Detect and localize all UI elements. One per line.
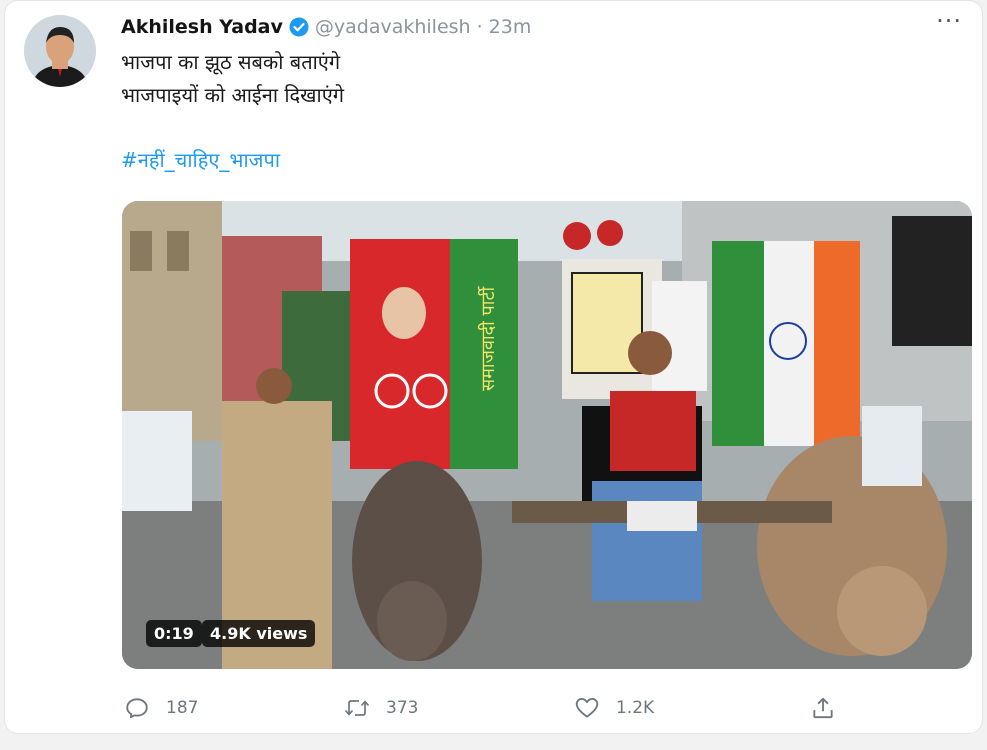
reply-icon <box>122 693 152 723</box>
tweet-timestamp[interactable]: 23m <box>489 16 532 38</box>
tweet-text-line-1: भाजपा का झूठ सबको बताएंगे <box>121 50 341 74</box>
retweet-icon <box>342 693 372 723</box>
share-icon <box>808 693 838 723</box>
retweet-button[interactable]: 373 <box>342 693 418 723</box>
heart-icon <box>572 693 602 723</box>
tweet-header: Akhilesh Yadav @yadavakhilesh · 23m <box>121 13 531 41</box>
video-player[interactable]: समाजवादी पार्टी 0:19 4.9K views <box>122 201 972 669</box>
tweet-actions: 187 373 1.2K <box>122 693 972 727</box>
video-duration-badge: 0:19 <box>146 620 202 647</box>
hashtag-link[interactable]: #नहीं_चाहिए_भाजपा <box>121 146 280 173</box>
share-button[interactable] <box>808 693 838 723</box>
tweet-text-line-2: भाजपाइयों को आईना दिखाएंगे <box>121 83 345 107</box>
like-button[interactable]: 1.2K <box>572 693 654 723</box>
more-options-icon[interactable]: ··· <box>936 7 962 35</box>
retweet-count: 373 <box>386 698 419 718</box>
banner-text: समाजवादी पार्टी <box>477 285 499 391</box>
tweet-text: भाजपा का झूठ सबको बताएंगे भाजपाइयों को आ… <box>121 46 344 112</box>
author-avatar[interactable] <box>24 15 96 87</box>
video-views-badge: 4.9K views <box>202 620 316 647</box>
reply-button[interactable]: 187 <box>122 693 198 723</box>
author-handle[interactable]: @yadavakhilesh <box>315 16 471 38</box>
like-count: 1.2K <box>616 698 655 718</box>
header-separator: · <box>476 16 483 38</box>
verified-badge-icon <box>289 17 309 37</box>
tweet-card[interactable]: Akhilesh Yadav @yadavakhilesh · 23m ··· … <box>4 0 983 734</box>
video-thumbnail: समाजवादी पार्टी <box>122 201 972 669</box>
reply-count: 187 <box>166 698 199 718</box>
author-name[interactable]: Akhilesh Yadav <box>121 16 283 38</box>
